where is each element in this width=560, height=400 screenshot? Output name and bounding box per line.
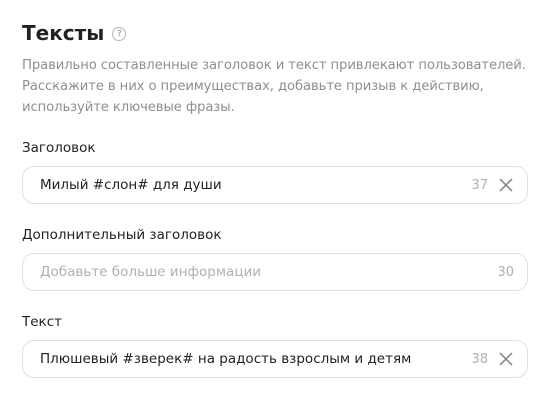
text-value[interactable]: Плюшевый #зверек# на радость взрослым и … — [40, 351, 463, 367]
section-description: Правильно составленные заголовок и текст… — [22, 58, 526, 115]
close-icon[interactable] — [498, 351, 514, 367]
section-header: Тексты ? — [22, 20, 528, 46]
headline-input[interactable]: Милый #слон# для души 37 — [22, 166, 528, 204]
headline-value[interactable]: Милый #слон# для души — [40, 177, 463, 193]
text-input[interactable]: Плюшевый #зверек# на радость взрослым и … — [22, 340, 528, 378]
close-icon[interactable] — [498, 177, 514, 193]
section-title: Тексты — [22, 21, 105, 45]
texts-section: Тексты ? Правильно составленные заголово… — [22, 20, 528, 378]
subheadline-label: Дополнительный заголовок — [22, 227, 222, 243]
subheadline-placeholder[interactable]: Добавьте больше информации — [40, 264, 489, 280]
subheadline-counter: 30 — [497, 264, 514, 280]
headline-field: Заголовок Милый #слон# для души 37 — [22, 139, 528, 204]
text-label: Текст — [22, 314, 62, 330]
subheadline-input[interactable]: Добавьте больше информации 30 — [22, 253, 528, 291]
subheadline-field: Дополнительный заголовок Добавьте больше… — [22, 226, 528, 291]
text-field: Текст Плюшевый #зверек# на радость взрос… — [22, 313, 528, 378]
question-circle-icon[interactable]: ? — [112, 27, 127, 41]
headline-counter: 37 — [471, 177, 488, 193]
text-counter: 38 — [471, 351, 488, 367]
headline-label: Заголовок — [22, 140, 96, 156]
